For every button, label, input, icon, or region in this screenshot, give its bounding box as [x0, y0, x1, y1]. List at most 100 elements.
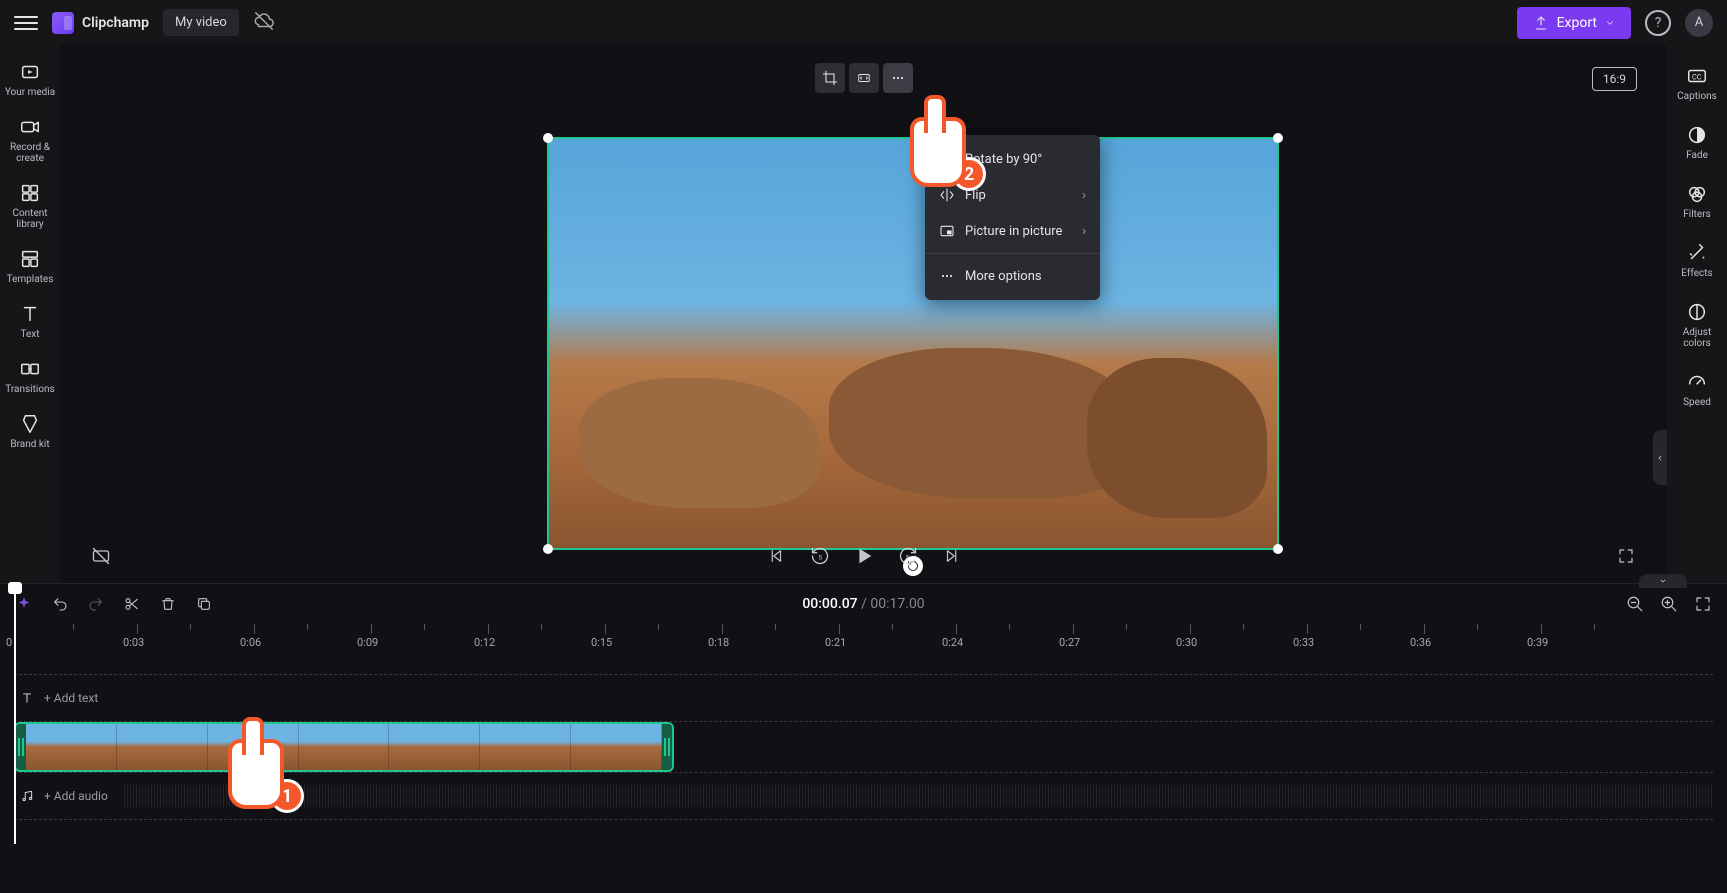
rail-label: Adjust colors — [1671, 327, 1723, 349]
rail-brand-kit[interactable]: Brand kit — [4, 407, 56, 456]
timeline-toolbar: 00:00.07 / 00:17.00 — [0, 584, 1727, 624]
svg-text:CC: CC — [1692, 73, 1702, 82]
timeline-ruler[interactable]: 00:030:060:090:120:150:180:210:240:270:3… — [14, 624, 1713, 650]
video-clip[interactable] — [14, 722, 674, 772]
rail-label: Brand kit — [10, 439, 49, 450]
timeline-zoom-controls — [1625, 594, 1713, 614]
rail-adjust-colors[interactable]: Adjust colors — [1671, 295, 1723, 355]
annotation-cursor-1: 1 — [228, 739, 304, 809]
zoom-out-button[interactable] — [1625, 594, 1645, 614]
add-text-label: + Add text — [44, 691, 98, 705]
fit-button[interactable] — [849, 63, 879, 93]
rail-record-create[interactable]: Record & create — [4, 110, 56, 170]
split-button[interactable] — [122, 594, 142, 614]
rail-label: Transitions — [5, 384, 54, 395]
undo-button[interactable] — [50, 594, 70, 614]
rail-label: Effects — [1681, 268, 1712, 279]
rail-fade[interactable]: Fade — [1671, 118, 1723, 167]
clip-trim-left[interactable] — [16, 724, 26, 770]
delete-button[interactable] — [158, 594, 178, 614]
more-options-button[interactable] — [883, 63, 913, 93]
rail-label: Captions — [1677, 91, 1717, 102]
top-bar: Clipchamp My video Export ? A — [0, 0, 1727, 45]
ruler-mark: 0:15 — [599, 624, 612, 649]
help-button[interactable]: ? — [1645, 10, 1671, 36]
export-label: Export — [1557, 15, 1597, 31]
rail-label: Content library — [4, 208, 56, 230]
aspect-ratio-selector[interactable]: 16:9 — [1592, 67, 1637, 91]
video-preview[interactable] — [547, 137, 1279, 550]
ai-sparkle-button[interactable] — [14, 594, 34, 614]
chevron-right-icon: › — [1082, 188, 1086, 203]
ruler-mark: 0:27 — [1067, 624, 1080, 649]
total-time: 00:17.00 — [870, 596, 924, 612]
rail-text[interactable]: Text — [4, 297, 56, 346]
annotation-cursor-2: 2 — [910, 117, 986, 187]
app-logo[interactable]: Clipchamp — [52, 12, 149, 34]
preview-canvas-area: 16:9 Rotate by 90° Flip › — [60, 45, 1667, 583]
timeline-panel: 00:00.07 / 00:17.00 00:030:060:090:120:1… — [0, 583, 1727, 893]
project-name-field[interactable]: My video — [163, 9, 239, 36]
play-button[interactable] — [853, 545, 875, 567]
rail-captions[interactable]: CC Captions — [1671, 59, 1723, 108]
zoom-fit-button[interactable] — [1693, 594, 1713, 614]
rail-transitions[interactable]: Transitions — [4, 352, 56, 401]
skip-start-button[interactable] — [765, 545, 787, 567]
add-audio-label: + Add audio — [44, 789, 108, 803]
duplicate-button[interactable] — [194, 594, 214, 614]
rail-label: Your media — [5, 87, 55, 98]
current-time: 00:00.07 — [802, 596, 857, 612]
ruler-mark: 0:39 — [1535, 624, 1548, 649]
cloud-sync-off-icon[interactable] — [253, 10, 275, 36]
rail-label: Fade — [1686, 150, 1708, 161]
ctx-picture-in-picture[interactable]: Picture in picture › — [925, 213, 1100, 249]
playhead[interactable] — [14, 584, 16, 844]
rail-label: Text — [20, 329, 39, 340]
clipchamp-logo-icon — [52, 12, 74, 34]
svg-text:5: 5 — [818, 553, 822, 561]
redo-button[interactable] — [86, 594, 106, 614]
rail-effects[interactable]: Effects — [1671, 236, 1723, 285]
rail-label: Filters — [1683, 209, 1711, 220]
ruler-mark: 0:03 — [131, 624, 144, 649]
menu-icon[interactable] — [14, 11, 38, 35]
rail-your-media[interactable]: Your media — [4, 55, 56, 104]
rewind-5s-button[interactable]: 5 — [809, 545, 831, 567]
ruler-mark: 0:33 — [1301, 624, 1314, 649]
zoom-in-button[interactable] — [1659, 594, 1679, 614]
svg-text:5: 5 — [905, 553, 909, 561]
rail-label: Templates — [7, 274, 54, 285]
divider — [925, 253, 1100, 254]
ruler-mark: 0:09 — [365, 624, 378, 649]
chevron-right-icon: › — [1082, 224, 1086, 239]
app-name: Clipchamp — [82, 15, 149, 31]
toggle-safe-zone-button[interactable] — [90, 545, 112, 567]
left-rail: Your media Record & create Content libra… — [0, 45, 60, 583]
ctx-label: Picture in picture — [965, 224, 1062, 239]
playback-controls: 5 5 — [60, 545, 1667, 567]
rail-label: Record & create — [4, 142, 56, 164]
resize-handle-tr[interactable] — [1273, 133, 1283, 143]
export-button[interactable]: Export — [1517, 7, 1631, 39]
user-avatar[interactable]: A — [1685, 9, 1713, 37]
ruler-mark: 0:24 — [950, 624, 963, 649]
clip-trim-right[interactable] — [662, 724, 672, 770]
resize-handle-tl[interactable] — [543, 133, 553, 143]
main-area: Your media Record & create Content libra… — [0, 45, 1727, 583]
right-panel-expand-handle[interactable] — [1653, 430, 1667, 485]
rail-content-library[interactable]: Content library — [4, 176, 56, 236]
rail-filters[interactable]: Filters — [1671, 177, 1723, 226]
text-track-add[interactable]: + Add text — [14, 674, 1713, 722]
ctx-more-options[interactable]: More options — [925, 258, 1100, 294]
crop-button[interactable] — [815, 63, 845, 93]
skip-end-button[interactable] — [941, 545, 963, 567]
rail-speed[interactable]: Speed — [1671, 365, 1723, 414]
ruler-mark: 0:12 — [482, 624, 495, 649]
ruler-mark: 0:18 — [716, 624, 729, 649]
rail-label: Speed — [1683, 397, 1711, 408]
rail-templates[interactable]: Templates — [4, 242, 56, 291]
audio-waveform-placeholder — [124, 785, 1713, 807]
clip-floating-toolbar — [815, 63, 913, 93]
fullscreen-button[interactable] — [1615, 545, 1637, 567]
forward-5s-button[interactable]: 5 — [897, 545, 919, 567]
